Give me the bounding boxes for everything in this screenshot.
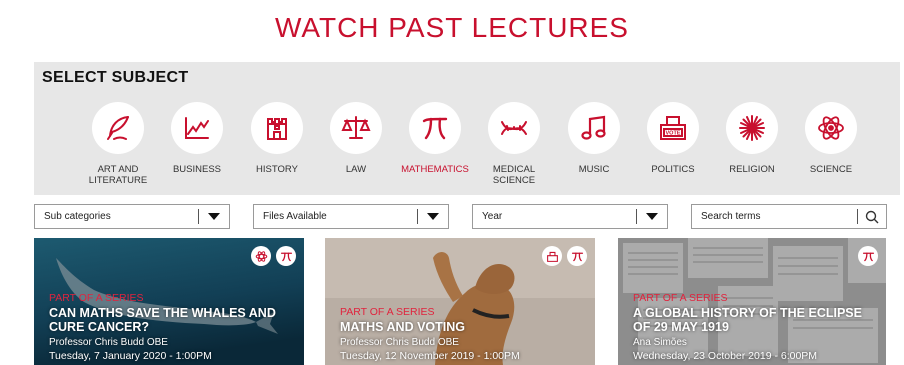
scales-icon xyxy=(341,116,371,139)
subject-law[interactable]: LAW xyxy=(313,102,399,175)
pi-icon xyxy=(280,252,292,261)
chevron-down-icon xyxy=(199,213,229,220)
subject-politics[interactable]: VOTE POLITICS xyxy=(630,102,716,175)
dropdown-value: Year xyxy=(482,211,503,222)
lecture-date: Wednesday, 23 October 2019 - 6:00PM xyxy=(633,350,818,362)
subject-music[interactable]: MUSIC xyxy=(551,102,637,175)
dna-icon xyxy=(501,121,527,135)
series-tag: PART OF A SERIES xyxy=(633,292,728,304)
lecture-card[interactable]: PART OF A SERIES CAN MATHS SAVE THE WHAL… xyxy=(34,238,304,365)
lecture-title[interactable]: MATHS AND VOTING xyxy=(340,320,585,334)
subject-heading: SELECT SUBJECT xyxy=(42,69,189,86)
search-input[interactable]: Search terms xyxy=(691,204,887,229)
subject-medical-science[interactable]: MEDICAL SCIENCE xyxy=(471,102,557,186)
search-icon[interactable] xyxy=(858,210,886,224)
subject-mathematics[interactable]: MATHEMATICS xyxy=(392,102,478,175)
castle-tower-icon xyxy=(267,118,287,140)
chevron-down-icon xyxy=(637,213,667,220)
subject-history[interactable]: HISTORY xyxy=(234,102,320,175)
subject-selector: SELECT SUBJECT ART AND LITERATURE BUSINE… xyxy=(34,62,900,195)
series-tag: PART OF A SERIES xyxy=(49,292,144,304)
subject-label: HISTORY xyxy=(256,164,298,175)
lecture-date: Tuesday, 7 January 2020 - 1:00PM xyxy=(49,350,212,362)
lecture-speaker: Professor Chris Budd OBE xyxy=(340,337,459,348)
page-title: WATCH PAST LECTURES xyxy=(274,12,629,43)
subject-art-and-literature[interactable]: ART AND LITERATURE xyxy=(75,102,161,186)
lecture-card[interactable]: PART OF A SERIES A GLOBAL HISTORY OF THE… xyxy=(618,238,886,365)
music-note-icon xyxy=(581,115,606,140)
subject-business[interactable]: BUSINESS xyxy=(154,102,240,175)
subject-religion[interactable]: RELIGION xyxy=(709,102,795,175)
dropdown-value: Sub categories xyxy=(44,211,111,222)
pi-icon xyxy=(422,117,448,140)
year-dropdown[interactable]: Year xyxy=(472,204,668,229)
search-placeholder: Search terms xyxy=(701,211,761,222)
subject-label: MEDICAL SCIENCE xyxy=(492,164,536,186)
sub-categories-dropdown[interactable]: Sub categories xyxy=(34,204,230,229)
subject-label: BUSINESS xyxy=(172,164,222,175)
dropdown-value: Files Available xyxy=(263,211,327,222)
lecture-title[interactable]: CAN MATHS SAVE THE WHALES AND CURE CANCE… xyxy=(49,306,294,334)
pi-icon xyxy=(571,252,583,261)
lecture-date: Tuesday, 12 November 2019 - 1:00PM xyxy=(340,350,520,362)
subject-label: MUSIC xyxy=(578,164,610,175)
lecture-speaker: Ana Simões xyxy=(633,337,687,348)
ballot-box-icon: VOTE xyxy=(660,116,686,140)
ballot-box-icon xyxy=(546,251,558,262)
files-available-dropdown[interactable]: Files Available xyxy=(253,204,449,229)
lecture-card[interactable]: PART OF A SERIES MATHS AND VOTING Profes… xyxy=(325,238,595,365)
line-graph-icon xyxy=(185,117,209,139)
subject-science[interactable]: SCIENCE xyxy=(788,102,874,175)
chevron-down-icon xyxy=(418,213,448,220)
subject-label: MATHEMATICS xyxy=(401,164,469,175)
subject-label: SCIENCE xyxy=(809,164,853,175)
subject-label: RELIGION xyxy=(729,164,775,175)
pi-icon xyxy=(862,252,874,261)
starburst-icon xyxy=(739,115,765,141)
quill-pen-icon xyxy=(107,116,129,140)
series-tag: PART OF A SERIES xyxy=(340,306,435,318)
subject-label: ART AND LITERATURE xyxy=(88,164,148,186)
lecture-title[interactable]: A GLOBAL HISTORY OF THE ECLIPSE OF 29 MA… xyxy=(633,306,876,334)
subject-label: LAW xyxy=(345,164,367,175)
svg-text:VOTE: VOTE xyxy=(666,131,681,137)
atom-icon xyxy=(818,116,844,140)
lecture-speaker: Professor Chris Budd OBE xyxy=(49,337,168,348)
subject-label: POLITICS xyxy=(651,164,695,175)
atom-icon xyxy=(255,250,267,262)
